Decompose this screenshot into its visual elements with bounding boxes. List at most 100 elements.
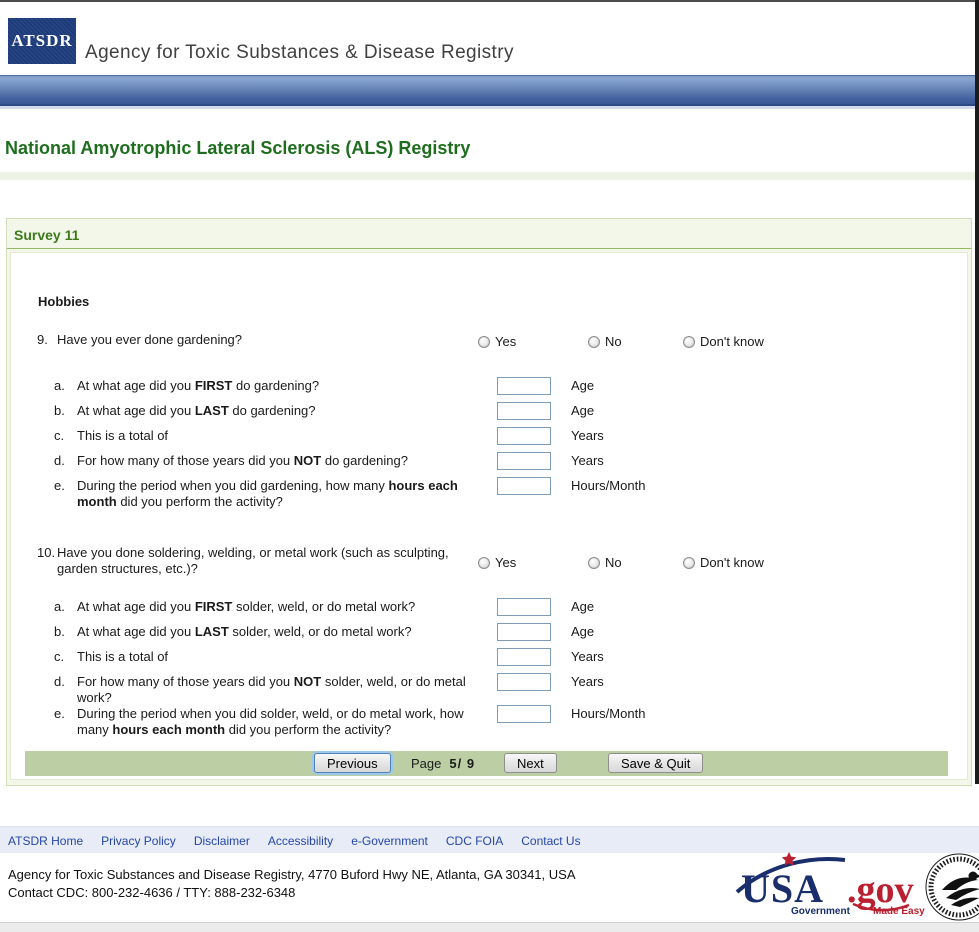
unit-label: Age [571, 624, 967, 640]
input-cell [497, 478, 571, 495]
save-quit-button[interactable]: Save & Quit [608, 753, 703, 773]
radio-button-icon[interactable] [683, 336, 695, 348]
radio-button-icon[interactable] [478, 336, 490, 348]
q10-e-input[interactable] [497, 705, 551, 723]
unit-label: Age [571, 403, 967, 419]
q9-sub-d-row: d.For how many of those years did you NO… [11, 453, 967, 478]
question-9-row: 9. Have you ever done gardening? Yes No Don'… [11, 332, 967, 348]
q10-d-input[interactable] [497, 673, 551, 691]
q10-radio-no[interactable]: No [588, 555, 622, 571]
atsdr-logo-text: ATSDR [11, 31, 72, 50]
input-cell [497, 649, 571, 666]
subquestion-letter: c. [54, 428, 77, 444]
page-title: National Amyotrophic Lateral Sclerosis (… [5, 138, 470, 159]
radio-button-icon[interactable] [683, 557, 695, 569]
text-segment: At what age did you [77, 599, 195, 614]
usagov-logo[interactable]: USA .gov Government Made Easy [733, 850, 928, 920]
q9-sub-c-row: c.This is a total of Years [11, 428, 967, 453]
q10-radio-yes[interactable]: Yes [478, 555, 516, 571]
input-cell [497, 706, 571, 723]
subquestion-letter: c. [54, 649, 77, 665]
text-segment: For how many of those years did you [77, 674, 294, 689]
survey-panel-body: Hobbies 9. Have you ever done gardening? Y… [10, 252, 968, 780]
text-segment: At what age did you [77, 403, 195, 418]
footer-links-bar: ATSDR Home Privacy Policy Disclaimer Access… [0, 826, 979, 853]
q9-a-text: At what age did you FIRST do gardening? [77, 378, 497, 394]
next-button[interactable]: Next [504, 753, 557, 773]
q9-b-text: At what age did you LAST do gardening? [77, 403, 497, 419]
footer-link-e-government[interactable]: e-Government [351, 834, 428, 848]
question-9-text: Have you ever done gardening? [57, 332, 477, 348]
input-cell [497, 599, 571, 616]
q9-e-text: During the period when you did gardening… [77, 478, 497, 510]
text-segment: Have you ever done gardening? [57, 332, 242, 347]
question-9-subquestions: a.At what age did you FIRST do gardening… [11, 378, 967, 510]
question-10-row: 10.Have you done soldering, welding, or … [11, 545, 967, 577]
section-title: Hobbies [38, 294, 967, 310]
question-10-subquestions: a.At what age did you FIRST solder, weld… [11, 599, 967, 738]
question-number: 9. [37, 332, 48, 348]
text-bold-segment: LAST [195, 403, 229, 418]
q9-a-input[interactable] [497, 377, 551, 395]
text-segment: do gardening? [321, 453, 408, 468]
subquestion-letter: a. [54, 378, 77, 394]
unit-label: Years [571, 453, 967, 469]
radio-button-icon[interactable] [478, 557, 490, 569]
unit-label: Age [571, 599, 967, 615]
subquestion-letter: d. [54, 674, 77, 690]
q9-d-input[interactable] [497, 452, 551, 470]
q10-b-input[interactable] [497, 623, 551, 641]
radio-label: Don't know [700, 555, 764, 571]
footer-link-disclaimer[interactable]: Disclaimer [194, 834, 250, 848]
input-cell [497, 428, 571, 445]
hhs-seal-icon [924, 852, 979, 922]
radio-button-icon[interactable] [588, 336, 600, 348]
q10-radio-don-t-know[interactable]: Don't know [683, 555, 764, 571]
text-segment: Have you done soldering, welding, or met… [57, 545, 449, 576]
atsdr-logo[interactable]: ATSDR [8, 18, 76, 64]
unit-label: Hours/Month [571, 706, 967, 722]
footer-link-accessibility[interactable]: Accessibility [268, 834, 333, 848]
page-value: 5/ 9 [449, 756, 475, 771]
q10-a-input[interactable] [497, 598, 551, 616]
q10-sub-a-row: a.At what age did you FIRST solder, weld… [11, 599, 967, 624]
q10-sub-e-row: e.During the period when you did solder,… [11, 706, 967, 738]
q10-sub-c-row: c.This is a total ofYears [11, 649, 967, 674]
q9-c-text: This is a total of [77, 428, 497, 444]
radio-label: Yes [495, 334, 516, 350]
input-cell [497, 624, 571, 641]
survey-panel: Survey 11 Hobbies 9.Have you ever done g… [6, 218, 972, 786]
radio-label: Yes [495, 555, 516, 571]
q9-sub-e-row: e.During the period when you did gardeni… [11, 478, 967, 510]
radio-button-icon[interactable] [588, 557, 600, 569]
q10-c-input[interactable] [497, 648, 551, 666]
footer-link-privacy-policy[interactable]: Privacy Policy [101, 834, 176, 848]
q9-radio-no[interactable]: No [588, 334, 622, 350]
q9-c-input[interactable] [497, 427, 551, 445]
text-segment: did you perform the activity? [225, 722, 391, 737]
top-window-edge [0, 0, 979, 2]
footer-link-contact-us[interactable]: Contact Us [521, 834, 580, 848]
subquestion-letter: d. [54, 453, 77, 469]
text-bold-segment: hours each month [112, 722, 225, 737]
unit-label: Years [571, 649, 967, 665]
unit-label: Hours/Month [571, 478, 967, 494]
unit-label: Years [571, 428, 967, 444]
q10-sub-d-row: d.For how many of those years did you NO… [11, 674, 967, 706]
footer-link-cdc-foia[interactable]: CDC FOIA [446, 834, 503, 848]
footer-link-atsdr-home[interactable]: ATSDR Home [8, 834, 83, 848]
usagov-usa-text: USA [741, 866, 824, 911]
previous-button[interactable]: Previous [314, 753, 391, 773]
q10-sub-b-row: b.At what age did you LAST solder, weld,… [11, 624, 967, 649]
subquestion-letter: b. [54, 403, 77, 419]
subquestion-letter: e. [54, 478, 77, 494]
text-bold-segment: FIRST [195, 599, 233, 614]
q9-sub-a-row: a.At what age did you FIRST do gardening… [11, 378, 967, 403]
q9-radio-yes[interactable]: Yes [478, 334, 516, 350]
q9-radio-don-t-know[interactable]: Don't know [683, 334, 764, 350]
text-segment: solder, weld, or do metal work? [229, 624, 412, 639]
radio-label: No [605, 334, 622, 350]
text-segment: do gardening? [229, 403, 316, 418]
q9-b-input[interactable] [497, 402, 551, 420]
q9-e-input[interactable] [497, 477, 551, 495]
